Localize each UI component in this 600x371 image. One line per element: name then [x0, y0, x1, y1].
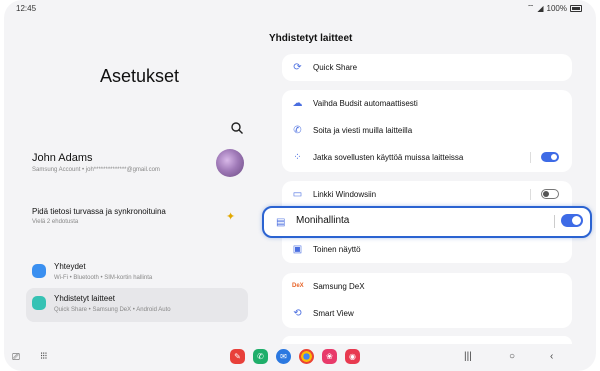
phone-app-icon[interactable]: ✆ [253, 349, 268, 364]
row-label: Toinen näyttö [313, 245, 361, 254]
app-drawer-icon[interactable]: ⁝⁝⁝ [40, 351, 47, 362]
divider [530, 189, 531, 200]
sync-title: Pidä tietosi turvassa ja synkronoituina [32, 207, 166, 216]
sidebar-item-label: Yhdistetyt laitteet [54, 294, 115, 303]
card-quick-share: ⟳ Quick Share [282, 54, 572, 81]
second-screen-icon: ▣ [292, 244, 303, 255]
row-label: Samsung DeX [313, 282, 365, 291]
row-continue-apps[interactable]: ⁘ Jatka sovellusten käyttöä muissa laitt… [282, 144, 572, 171]
recents-icon[interactable]: ||| [464, 351, 472, 362]
multi-control-icon: ▤ [276, 217, 286, 228]
battery-icon [570, 4, 582, 12]
sidebar-item-connected-devices[interactable]: Yhdistetyt laitteet Quick Share • Samsun… [26, 288, 248, 322]
row-auto-switch-buds[interactable]: ☁ Vaihda Budsit automaattisesti [282, 90, 572, 117]
multi-control-toggle[interactable] [561, 214, 583, 227]
sidebar-item-label: Yhteydet [54, 262, 86, 271]
row-label: Quick Share [313, 63, 358, 72]
row-samsung-dex[interactable]: DeX Samsung DeX [282, 273, 572, 300]
apps-icon: ⁘ [293, 152, 302, 163]
smart-view-icon: ⟲ [293, 308, 302, 319]
card-dex: DeX Samsung DeX ⟲ Smart View [282, 273, 572, 328]
row-label: Jatka sovellusten käyttöä muissa laittei… [313, 153, 464, 162]
samsung-notes-icon[interactable]: ✎ [230, 349, 245, 364]
profile-card[interactable]: John Adams Samsung Account • joh********… [26, 148, 248, 182]
row-label: Smart View [313, 309, 354, 318]
devices-icon [32, 296, 46, 310]
status-time: 12:45 [16, 4, 37, 13]
continue-apps-toggle[interactable] [541, 152, 559, 162]
signal-icon: ◢ [537, 3, 544, 13]
divider [530, 152, 531, 163]
home-icon[interactable]: ○ [509, 351, 515, 362]
search-icon[interactable] [230, 121, 244, 135]
camera-icon[interactable]: ◉ [345, 349, 360, 364]
row-multi-control[interactable]: ▤ Monihallinta [262, 206, 592, 238]
profile-name: John Adams [32, 152, 93, 164]
section-title: Yhdistetyt laitteet [269, 33, 353, 44]
dex-icon: DeX [292, 283, 304, 289]
wifi-icon [32, 264, 46, 278]
sidebar-item-sub: Wi-Fi • Bluetooth • SIM-kortin hallinta [54, 275, 153, 281]
row-link-to-windows[interactable]: ▭ Linkki Windowsiin [282, 181, 572, 208]
row-call-text-other-devices[interactable]: ✆ Soita ja viesti muilla laitteilla [282, 117, 572, 144]
screen-switch-icon[interactable]: ⎚ [12, 352, 20, 363]
avatar[interactable] [216, 149, 244, 177]
divider [554, 215, 555, 228]
battery-percent: 100% [546, 3, 567, 13]
taskbar: ⎚ ⁝⁝⁝ ✎ ✆ ✉ ❀ ◉ ||| ○ ‹ [4, 344, 596, 371]
sidebar-item-sub: Quick Share • Samsung DeX • Android Auto [54, 307, 171, 313]
row-label: Monihallinta [296, 215, 350, 226]
gallery-icon[interactable]: ❀ [322, 349, 337, 364]
sparkle-icon: ✦ [226, 211, 236, 223]
profile-account: Samsung Account • joh**************@gmai… [32, 167, 160, 173]
messages-icon[interactable]: ✉ [276, 349, 291, 364]
row-quick-share[interactable]: ⟳ Quick Share [282, 54, 572, 81]
tablet-screen: 12:45 ⌔ ◢ 100% Asetukset John Adams Sams… [4, 0, 596, 371]
back-icon[interactable]: ‹ [550, 351, 553, 362]
card-next-partial [282, 336, 572, 344]
row-label: Soita ja viesti muilla laitteilla [313, 126, 413, 135]
row-label: Vaihda Budsit automaattisesti [313, 99, 418, 108]
row-second-screen[interactable]: ▣ Toinen näyttö [282, 236, 572, 263]
row-label: Linkki Windowsiin [313, 190, 377, 199]
share-icon: ⟳ [293, 62, 302, 73]
headphones-icon: ☁ [292, 98, 303, 109]
phone-icon: ✆ [293, 125, 302, 136]
status-bar: 12:45 ⌔ ◢ 100% [4, 0, 596, 16]
chrome-icon[interactable] [299, 349, 314, 364]
sidebar-item-connections[interactable]: Yhteydet Wi-Fi • Bluetooth • SIM-kortin … [26, 256, 248, 290]
card-continuity: ☁ Vaihda Budsit automaattisesti ✆ Soita … [282, 90, 572, 172]
windows-icon: ▭ [292, 189, 303, 200]
status-icons: ⌔ ◢ 100% [527, 3, 582, 13]
row-smart-view[interactable]: ⟲ Smart View [282, 300, 572, 327]
page-title: Asetukset [100, 66, 180, 86]
wifi-icon: ⌔ [526, 3, 535, 12]
link-to-windows-toggle[interactable] [541, 189, 559, 199]
sync-subtitle: Vielä 2 ehdotusta [32, 219, 79, 225]
dock-apps: ✎ ✆ ✉ ❀ ◉ [230, 349, 360, 364]
sync-suggestion[interactable]: Pidä tietosi turvassa ja synkronoituina … [26, 204, 248, 232]
